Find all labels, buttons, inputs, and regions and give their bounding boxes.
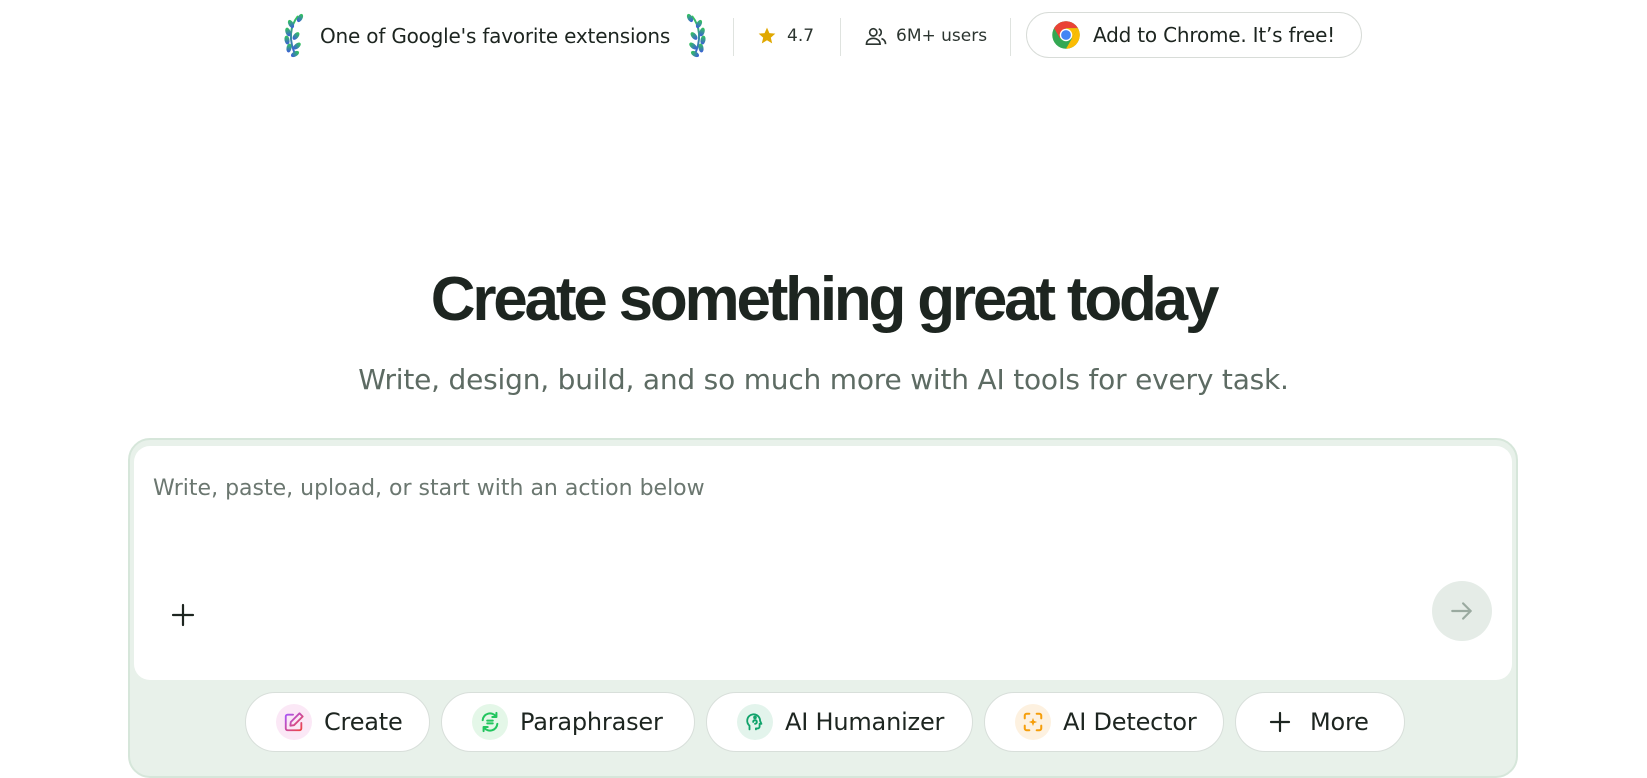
user-count: 6M+ users [865,12,987,60]
action-label: More [1310,708,1369,736]
plus-icon [171,603,195,627]
pencil-edit-icon [276,704,312,740]
action-ai-detector-button[interactable]: AI Detector [984,692,1224,752]
laurel-right-icon [686,13,706,58]
award-text: One of Google's favorite extensions [320,24,671,48]
action-create-button[interactable]: Create [245,692,430,752]
action-ai-humanizer-button[interactable]: AI Humanizer [706,692,973,752]
action-bar: Create Paraphraser AI Humanizer AI Detec… [0,692,1647,752]
action-label: AI Humanizer [785,708,945,736]
award-badge: One of Google's favorite extensions [280,12,710,60]
action-label: Create [324,708,403,736]
divider [840,18,841,56]
page-title: Create something great today [430,265,1220,334]
arrow-right-icon [1451,602,1472,620]
action-more-button[interactable]: More [1235,692,1405,752]
add-to-chrome-label: Add to Chrome. It’s free! [1093,23,1336,47]
action-label: AI Detector [1063,708,1197,736]
plus-icon [1262,704,1298,740]
chrome-logo-icon [1052,21,1080,49]
action-label: Paraphraser [520,708,663,736]
laurel-left-icon [284,13,304,58]
users-icon [865,27,887,45]
send-button[interactable] [1432,581,1492,641]
users-value: 6M+ users [896,26,988,46]
paraphrase-icon [472,704,508,740]
add-attachment-button[interactable] [164,596,202,634]
humanizer-head-icon [737,704,773,740]
action-paraphraser-button[interactable]: Paraphraser [441,692,695,752]
divider [733,18,734,56]
add-to-chrome-button[interactable]: Add to Chrome. It’s free! [1026,12,1362,58]
star-icon [758,27,776,44]
divider [1010,18,1011,56]
detector-scan-icon [1015,704,1051,740]
composer-placeholder: Write, paste, upload, or start with an a… [153,476,705,501]
promo-bar: One of Google's favorite extensions 4.7 [0,12,1647,60]
rating-value: 4.7 [787,26,815,46]
page-subtitle: Write, design, build, and so much more w… [358,363,1289,396]
rating: 4.7 [757,12,814,60]
